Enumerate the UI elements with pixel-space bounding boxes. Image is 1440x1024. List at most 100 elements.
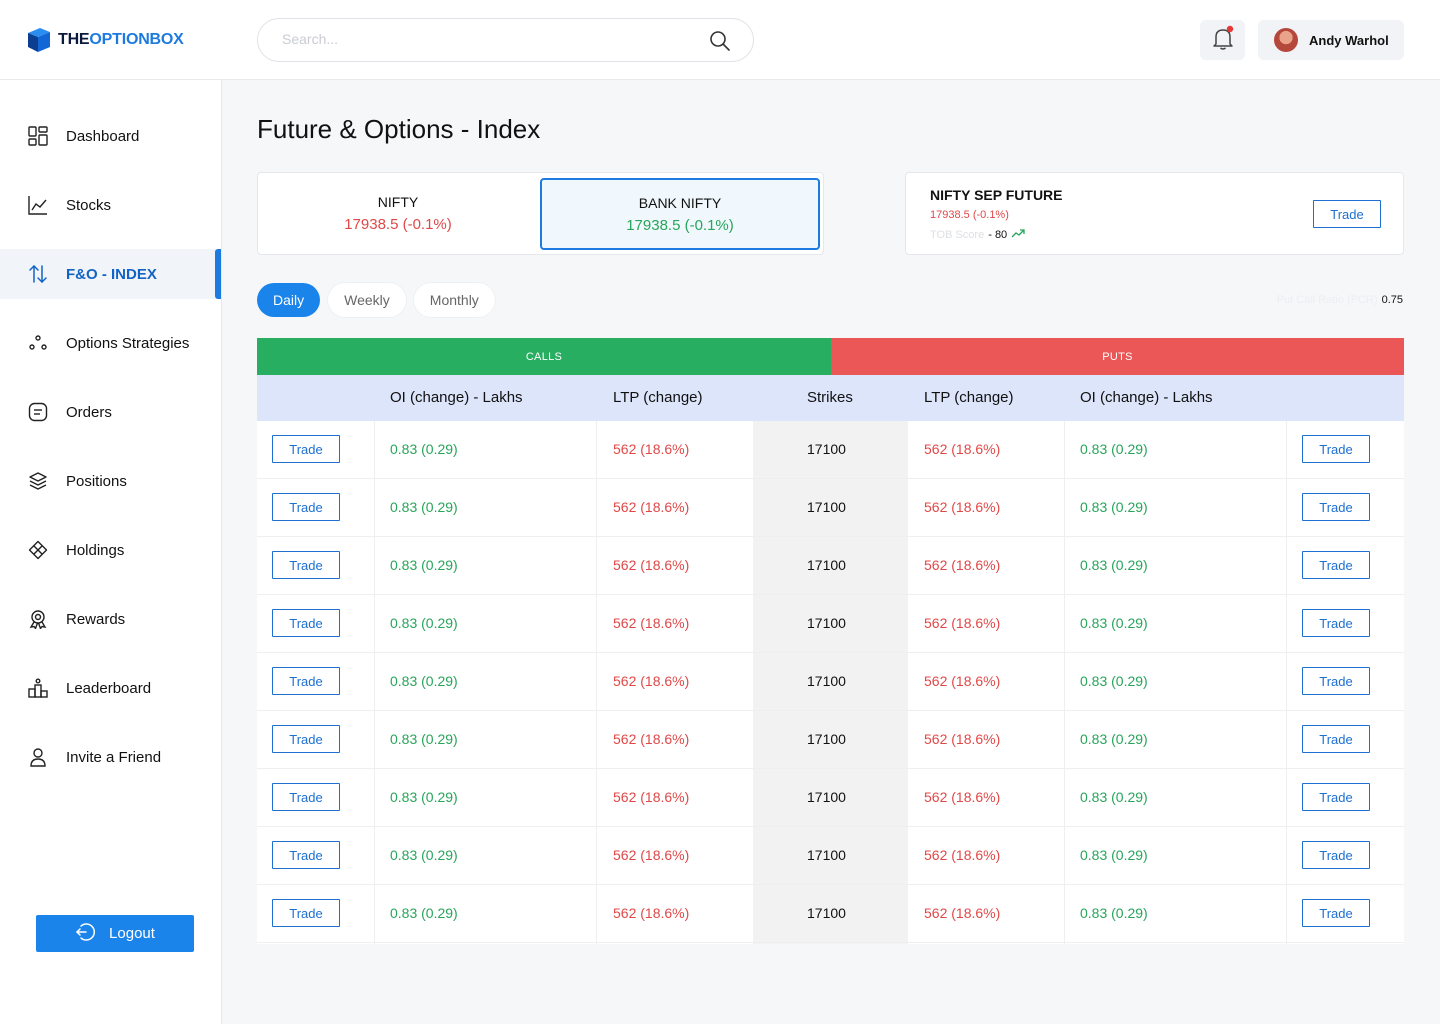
call-ltp-cell: 562 (18.6%) bbox=[613, 847, 690, 863]
strike-cell: 17100 bbox=[807, 731, 846, 747]
period-tabs: Daily Weekly Monthly bbox=[257, 283, 495, 317]
holdings-icon bbox=[28, 540, 48, 560]
future-card: NIFTY SEP FUTURE 17938.5 (-0.1%) TOB Sco… bbox=[905, 172, 1404, 255]
put-oi-cell: 0.83 (0.29) bbox=[1080, 615, 1148, 631]
rewards-icon bbox=[28, 609, 48, 629]
put-oi-cell: 0.83 (0.29) bbox=[1080, 499, 1148, 515]
put-ltp-cell: 562 (18.6%) bbox=[924, 731, 1001, 747]
call-trade-button[interactable]: Trade bbox=[272, 725, 340, 753]
index-name: NIFTY bbox=[377, 194, 419, 210]
brand-logo[interactable]: THEOPTIONBOX bbox=[28, 28, 184, 52]
tab-weekly[interactable]: Weekly bbox=[328, 283, 406, 317]
logout-label: Logout bbox=[109, 925, 155, 942]
sidebar-item-holdings[interactable]: Holdings bbox=[0, 525, 221, 575]
put-oi-cell: 0.83 (0.29) bbox=[1080, 557, 1148, 573]
call-oi-cell: 0.83 (0.29) bbox=[390, 441, 458, 457]
call-trade-button[interactable]: Trade bbox=[272, 783, 340, 811]
table-row: Trade 0.83 (0.29) 562 (18.6%) 17100 562 (18.… bbox=[257, 595, 1404, 653]
table-header: OI (change) - Lakhs LTP (change) Strikes… bbox=[257, 375, 1404, 421]
put-trade-button[interactable]: Trade bbox=[1302, 435, 1370, 463]
put-trade-button[interactable]: Trade bbox=[1302, 609, 1370, 637]
index-option-nifty[interactable]: NIFTY 17938.5 (-0.1%) bbox=[258, 178, 538, 250]
put-trade-button[interactable]: Trade bbox=[1302, 667, 1370, 695]
put-trade-button[interactable]: Trade bbox=[1302, 493, 1370, 521]
strike-cell: 17100 bbox=[807, 905, 846, 921]
notifications-button[interactable] bbox=[1200, 20, 1245, 60]
col-put-ltp: LTP (change) bbox=[924, 389, 1014, 406]
avatar bbox=[1274, 28, 1298, 52]
sidebar-item-label: Orders bbox=[66, 403, 112, 421]
sidebar-item-options-strategies[interactable]: Options Strategies bbox=[0, 318, 221, 368]
sidebar-item-label: Holdings bbox=[66, 541, 125, 559]
call-oi-cell: 0.83 (0.29) bbox=[390, 615, 458, 631]
put-ltp-cell: 562 (18.6%) bbox=[924, 847, 1001, 863]
sidebar-item-dashboard[interactable]: Dashboard bbox=[0, 111, 221, 161]
call-trade-button[interactable]: Trade bbox=[272, 667, 340, 695]
layers-icon bbox=[28, 471, 48, 491]
call-ltp-cell: 562 (18.6%) bbox=[613, 731, 690, 747]
tab-daily[interactable]: Daily bbox=[257, 283, 321, 317]
tob-score-value: - 80 bbox=[988, 228, 1008, 241]
sidebar-item-label: Stocks bbox=[66, 196, 112, 214]
index-value: 17938.5 (-0.1%) bbox=[626, 217, 734, 234]
table-row: Trade 0.83 (0.29) 562 (18.6%) 17100 562 (18.… bbox=[257, 421, 1404, 479]
option-chain-table: CALLS PUTS OI (change) - Lakhs LTP (chan… bbox=[257, 338, 1404, 944]
tob-score: TOB Score - 80 bbox=[930, 228, 1025, 241]
put-ltp-cell: 562 (18.6%) bbox=[924, 615, 1001, 631]
put-oi-cell: 0.83 (0.29) bbox=[1080, 905, 1148, 921]
put-trade-button[interactable]: Trade bbox=[1302, 899, 1370, 927]
table-row: Trade 0.83 (0.29) 562 (18.6%) 17100 562 (18.… bbox=[257, 769, 1404, 827]
search-input[interactable] bbox=[282, 31, 682, 47]
user-icon bbox=[28, 747, 48, 767]
pcr-value: 0.75 bbox=[1381, 294, 1403, 306]
put-trade-button[interactable]: Trade bbox=[1302, 783, 1370, 811]
put-ltp-cell: 562 (18.6%) bbox=[924, 673, 1001, 689]
put-trade-button[interactable]: Trade bbox=[1302, 725, 1370, 753]
call-trade-button[interactable]: Trade bbox=[272, 551, 340, 579]
user-name: Andy Warhol bbox=[1309, 32, 1389, 48]
call-trade-button[interactable]: Trade bbox=[272, 841, 340, 869]
table-row: Trade 0.83 (0.29) 562 (18.6%) 17100 562 (18.… bbox=[257, 537, 1404, 595]
sidebar-item-positions[interactable]: Positions bbox=[0, 456, 221, 506]
sidebar-item-rewards[interactable]: Rewards bbox=[0, 594, 221, 644]
call-oi-cell: 0.83 (0.29) bbox=[390, 557, 458, 573]
logout-icon bbox=[75, 922, 96, 946]
call-trade-button[interactable]: Trade bbox=[272, 609, 340, 637]
sidebar-item-orders[interactable]: Orders bbox=[0, 387, 221, 437]
call-ltp-cell: 562 (18.6%) bbox=[613, 615, 690, 631]
sidebar-item-label: Dashboard bbox=[66, 127, 140, 145]
tab-monthly[interactable]: Monthly bbox=[413, 283, 495, 317]
sidebar-item-fo-index[interactable]: F&O - INDEX bbox=[0, 249, 221, 299]
index-option-bank-nifty[interactable]: BANK NIFTY 17938.5 (-0.1%) bbox=[540, 178, 820, 250]
sidebar-item-leaderboard[interactable]: Leaderboard bbox=[0, 663, 221, 713]
user-menu[interactable]: Andy Warhol bbox=[1258, 20, 1404, 60]
index-selector: NIFTY 17938.5 (-0.1%) BANK NIFTY 17938.5… bbox=[257, 172, 824, 255]
call-trade-button[interactable]: Trade bbox=[272, 493, 340, 521]
search-icon[interactable] bbox=[709, 30, 731, 52]
sidebar-item-stocks[interactable]: Stocks bbox=[0, 180, 221, 230]
chart-line-icon bbox=[28, 195, 48, 215]
put-oi-cell: 0.83 (0.29) bbox=[1080, 731, 1148, 747]
arrows-updown-icon bbox=[28, 264, 48, 284]
put-oi-cell: 0.83 (0.29) bbox=[1080, 673, 1148, 689]
strike-cell: 17100 bbox=[807, 441, 846, 457]
table-row: Trade 0.83 (0.29) 562 (18.6%) 17100 562 (18.… bbox=[257, 885, 1404, 943]
leaderboard-icon bbox=[28, 678, 48, 698]
pcr-label: Put Call Ratio (PCR) bbox=[1276, 294, 1378, 306]
sidebar-item-label: Leaderboard bbox=[66, 679, 152, 697]
bell-icon bbox=[1211, 25, 1235, 56]
puts-header: PUTS bbox=[831, 338, 1404, 375]
call-ltp-cell: 562 (18.6%) bbox=[613, 557, 690, 573]
search-bar bbox=[257, 18, 754, 62]
put-trade-button[interactable]: Trade bbox=[1302, 551, 1370, 579]
sidebar-item-invite-friend[interactable]: Invite a Friend bbox=[0, 732, 221, 782]
call-trade-button[interactable]: Trade bbox=[272, 435, 340, 463]
put-ltp-cell: 562 (18.6%) bbox=[924, 557, 1001, 573]
call-trade-button[interactable]: Trade bbox=[272, 899, 340, 927]
tob-score-label: TOB Score bbox=[930, 228, 985, 241]
future-trade-button[interactable]: Trade bbox=[1313, 200, 1381, 228]
logout-button[interactable]: Logout bbox=[36, 915, 194, 952]
put-trade-button[interactable]: Trade bbox=[1302, 841, 1370, 869]
call-oi-cell: 0.83 (0.29) bbox=[390, 673, 458, 689]
brand-name: THEOPTIONBOX bbox=[58, 31, 184, 48]
